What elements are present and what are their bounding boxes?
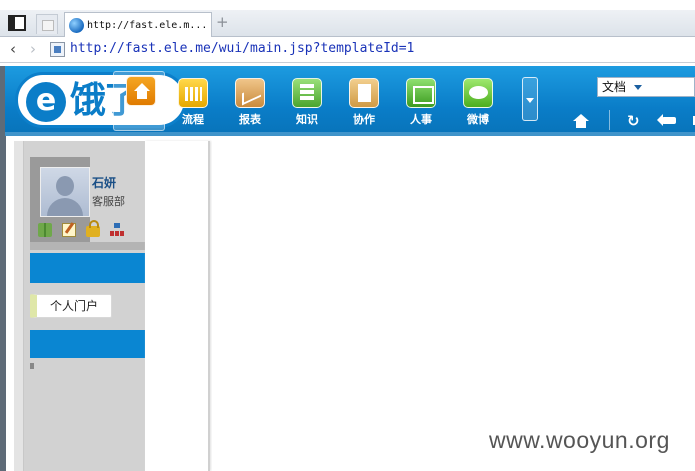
chevron-down-icon [634,85,642,90]
knowledge-icon [292,78,322,108]
sidebar-collapse-strip[interactable] [14,141,24,471]
user-department: 客服部 [92,195,125,208]
org-chart-icon[interactable] [110,223,124,237]
toolbar-divider [609,110,610,130]
nav-label: 协作 [353,113,375,126]
nav-label: 报表 [239,113,261,126]
note-icon[interactable] [62,223,76,237]
nav-label: 知识 [296,113,318,126]
url-field[interactable]: http://fast.ele.me/wui/main.jsp?template… [70,41,414,56]
nav-item-knowledge[interactable]: 知识 [283,78,331,127]
workflow-icon [178,78,208,108]
lock-icon[interactable] [86,220,100,237]
report-icon [235,78,265,108]
user-name[interactable]: 石妍 [92,174,116,191]
home-icon [126,76,156,106]
app-header: e 饿了 流程 报表 知识 协作 人事 微博 文档 ↻ [5,66,695,136]
tab-title: http://fast.ele.m... [87,19,208,31]
nav-item-hr[interactable]: 人事 [397,78,445,127]
nav-item-weibo[interactable]: 微博 [454,78,502,127]
avatar[interactable] [40,167,90,217]
tab-strip: http://fast.ele.m... + [0,10,695,37]
watermark: www.wooyun.org [489,427,670,453]
browser-window: http://fast.ele.m... + ‹ › http://fast.e… [0,0,695,471]
tab-active[interactable]: http://fast.ele.m... [64,12,212,37]
left-sidebar: 石妍 客服部 个人门户 [24,141,145,471]
book-icon[interactable] [38,223,52,237]
tab-blank[interactable] [36,14,58,34]
nav-item-workflow[interactable]: 流程 [169,78,217,127]
resize-grip[interactable] [30,363,34,369]
nav-label: 微博 [467,113,489,126]
quick-icons [36,220,146,239]
user-profile: 石妍 客服部 [30,157,145,242]
sidebar-section-bar[interactable] [30,330,145,358]
new-tab-button[interactable]: + [216,13,229,31]
page-icon [50,42,65,57]
weibo-icon [463,78,493,108]
main-content [212,141,695,471]
window-menu-icon[interactable] [8,15,26,31]
nav-label: 人事 [410,113,432,126]
personal-portal-button[interactable]: 个人门户 [30,294,112,318]
nav-item-home[interactable] [117,76,165,109]
logo-e-icon: e [26,82,66,122]
nav-label: 流程 [182,113,204,126]
back-arrow-icon[interactable] [657,114,676,126]
hr-icon [406,78,436,108]
collaboration-icon [349,78,379,108]
back-button[interactable]: ‹ [10,40,16,58]
nav-more-dropdown[interactable] [522,77,538,121]
nav-item-collaboration[interactable]: 协作 [340,78,388,127]
nav-item-report[interactable]: 报表 [226,78,274,127]
sidebar-section-bar[interactable] [30,253,145,283]
refresh-icon[interactable]: ↻ [627,112,640,130]
search-type-value: 文档 [602,80,627,94]
address-bar: ‹ › http://fast.ele.me/wui/main.jsp?temp… [0,37,695,63]
sidebar-separator [30,242,145,250]
search-type-select[interactable]: 文档 [597,77,695,97]
forward-button[interactable]: › [30,40,36,58]
menu-panel [145,141,210,471]
globe-icon [69,17,84,33]
home-icon[interactable] [573,114,589,128]
